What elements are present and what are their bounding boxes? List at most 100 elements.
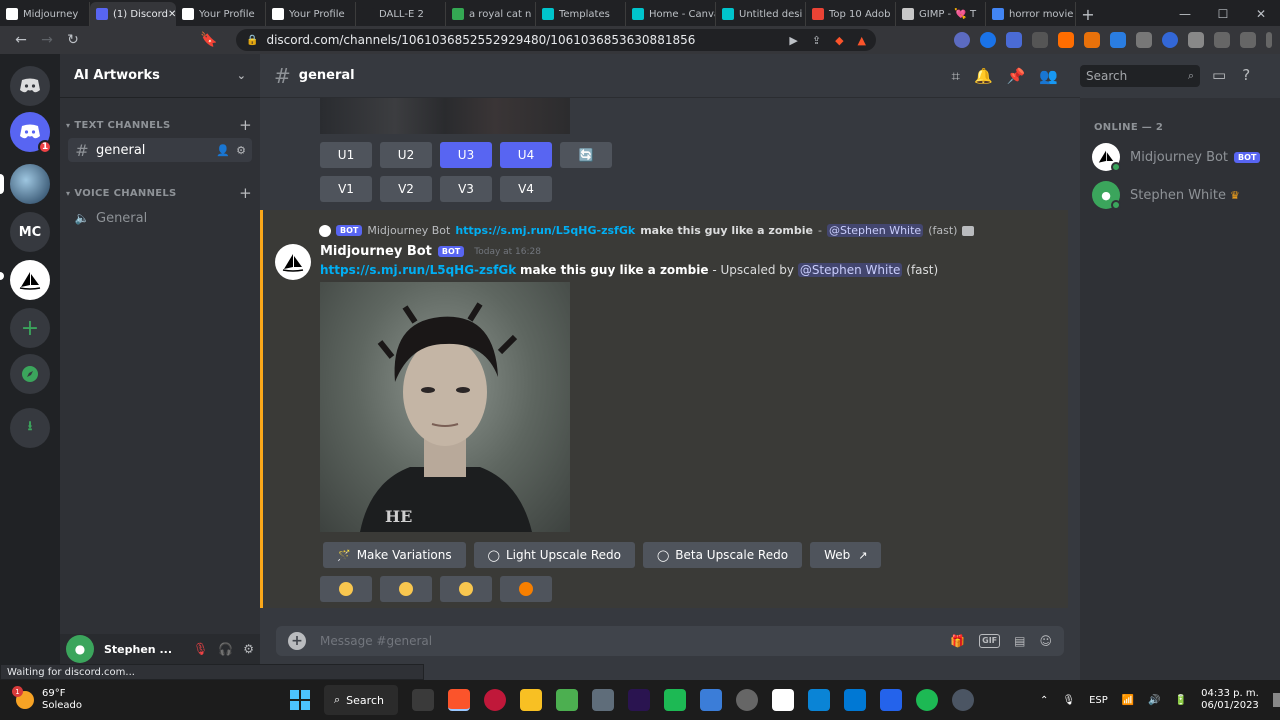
discord-notification-icon[interactable]: 1 xyxy=(10,112,52,154)
message-composer[interactable]: + Message #general 🎁 GIF ▤ ☺ xyxy=(276,626,1064,656)
help-icon[interactable]: ? xyxy=(1242,66,1250,84)
extension-icon[interactable] xyxy=(1110,32,1126,48)
browser-tab[interactable]: Untitled desi xyxy=(716,2,806,26)
reaction-unamused-face[interactable] xyxy=(380,576,432,602)
capcut-icon[interactable] xyxy=(772,689,794,711)
avatar[interactable]: ● xyxy=(66,635,94,663)
upscaled-image[interactable]: HE xyxy=(320,282,570,532)
reaction-smiley-face[interactable] xyxy=(440,576,492,602)
app-icon[interactable] xyxy=(664,689,686,711)
web-button[interactable]: Web ↗ xyxy=(810,542,882,568)
store-icon[interactable] xyxy=(844,689,866,711)
affinity-icon[interactable] xyxy=(880,689,902,711)
deafen-icon[interactable]: 🎧 xyxy=(218,642,233,656)
extension-icon[interactable] xyxy=(1032,32,1048,48)
gift-icon[interactable]: 🎁 xyxy=(950,634,965,648)
browser-tab[interactable]: horror movie xyxy=(986,2,1076,26)
app-icon[interactable] xyxy=(808,689,830,711)
browser-tab[interactable]: DALL-E 2 xyxy=(356,2,446,26)
microphone-icon[interactable]: 🎙 xyxy=(1062,695,1075,706)
search-input[interactable]: Search ⌕ xyxy=(1080,65,1200,87)
menu-icon[interactable] xyxy=(1266,32,1272,48)
invite-icon[interactable]: 👤 xyxy=(216,144,230,157)
close-window-icon[interactable]: ✕ xyxy=(1242,2,1280,26)
browser-tab[interactable]: Midjourney xyxy=(0,2,90,26)
file-explorer-icon[interactable] xyxy=(520,689,542,711)
browser-tab[interactable]: Home - Canva xyxy=(626,2,716,26)
server-ai-artworks-icon[interactable] xyxy=(10,164,50,204)
attach-plus-icon[interactable]: + xyxy=(288,632,306,650)
reply-mention[interactable]: @Stephen White xyxy=(826,224,924,237)
extension-icon[interactable] xyxy=(1006,32,1022,48)
reroll-button[interactable]: 🔄 xyxy=(560,142,612,168)
server-mc-icon[interactable]: MC xyxy=(10,212,50,252)
weather-widget[interactable]: 1 69°F Soleado xyxy=(0,686,200,712)
avatar[interactable] xyxy=(275,244,311,280)
inbox-icon[interactable]: ▭ xyxy=(1212,66,1226,84)
extension-icon[interactable] xyxy=(1084,32,1100,48)
download-apps-icon[interactable]: ⭳ xyxy=(10,408,50,448)
url-input[interactable]: 🔒 discord.com/channels/10610368525529294… xyxy=(236,29,876,51)
pin-icon[interactable]: 📌 xyxy=(1007,67,1026,85)
server-midjourney-icon[interactable] xyxy=(10,260,50,300)
sidebar-icon[interactable] xyxy=(1214,32,1230,48)
category-voice-channels[interactable]: ▾ VOICE CHANNELS + xyxy=(60,184,260,202)
extension-icon[interactable] xyxy=(954,32,970,48)
add-channel-icon[interactable]: + xyxy=(239,116,252,134)
member-item[interactable]: Midjourney Bot BOT xyxy=(1092,141,1280,173)
u1-button[interactable]: U1 xyxy=(320,142,372,168)
browser-tab[interactable]: Your Profile xyxy=(266,2,356,26)
brave-shield-icon[interactable]: ◆ xyxy=(835,34,843,47)
v1-button[interactable]: V1 xyxy=(320,176,372,202)
bookmark-icon[interactable]: 🔖 xyxy=(196,32,222,48)
gear-icon[interactable]: ⚙ xyxy=(236,144,246,157)
add-server-icon[interactable]: + xyxy=(10,308,50,348)
brave-browser-icon[interactable] xyxy=(448,689,470,711)
browser-tab[interactable]: a royal cat n xyxy=(446,2,536,26)
channel-general[interactable]: # general 👤 ⚙ xyxy=(68,138,252,162)
taskbar-search-button[interactable]: ⌕ Search xyxy=(324,685,398,715)
make-variations-button[interactable]: 🪄 Make Variations xyxy=(323,542,466,568)
chrome-icon[interactable] xyxy=(736,689,758,711)
maximize-icon[interactable]: ☐ xyxy=(1204,2,1242,26)
voice-channel-general[interactable]: 🔈 General xyxy=(68,206,252,230)
gif-icon[interactable]: GIF xyxy=(979,634,1001,648)
mention[interactable]: @Stephen White xyxy=(797,263,903,277)
browser-tab[interactable]: (1) Discord ✕ xyxy=(90,2,176,26)
chevron-up-icon[interactable]: ⌃ xyxy=(1040,695,1048,706)
back-icon[interactable]: ← xyxy=(8,32,34,48)
reply-preview[interactable]: BOT Midjourney Bot https://s.mj.run/L5qH… xyxy=(319,224,975,237)
u3-button[interactable]: U3 xyxy=(440,142,492,168)
brave-rewards-icon[interactable]: ▲ xyxy=(858,34,866,47)
extension-icon[interactable] xyxy=(1136,32,1152,48)
author-name[interactable]: Midjourney Bot xyxy=(320,244,432,259)
member-item[interactable]: ● Stephen White ♛ xyxy=(1092,179,1280,211)
members-icon[interactable]: 👥 xyxy=(1039,67,1058,85)
extension-icon[interactable] xyxy=(1162,32,1178,48)
reload-icon[interactable]: ↻ xyxy=(60,32,86,48)
light-upscale-redo-button[interactable]: ◯ Light Upscale Redo xyxy=(473,542,635,568)
camera-icon[interactable]: ▶ xyxy=(789,34,797,47)
puzzle-icon[interactable] xyxy=(1188,32,1204,48)
u2-button[interactable]: U2 xyxy=(380,142,432,168)
settings-app-icon[interactable] xyxy=(592,689,614,711)
reply-link[interactable]: https://s.mj.run/L5qHG-zsfGk xyxy=(455,224,635,237)
server-header[interactable]: AI Artworks ⌄ xyxy=(60,54,260,98)
extension-icon[interactable] xyxy=(1058,32,1074,48)
browser-tab[interactable]: Templates xyxy=(536,2,626,26)
camtasia-icon[interactable] xyxy=(556,689,578,711)
premiere-icon[interactable] xyxy=(628,689,650,711)
reaction-tired-face[interactable] xyxy=(320,576,372,602)
v2-button[interactable]: V2 xyxy=(380,176,432,202)
bell-icon[interactable]: 🔔 xyxy=(974,67,993,85)
battery-icon[interactable]: 🔋 xyxy=(1175,695,1187,706)
language-indicator[interactable]: ESP xyxy=(1089,695,1108,706)
discord-home-icon[interactable] xyxy=(10,66,50,106)
explore-servers-icon[interactable] xyxy=(10,354,50,394)
sticker-icon[interactable]: ▤ xyxy=(1014,634,1025,648)
browser-tab[interactable]: Top 10 Adob xyxy=(806,2,896,26)
extension-icon[interactable] xyxy=(980,32,996,48)
minimize-icon[interactable]: — xyxy=(1166,2,1204,26)
new-tab-button[interactable]: + xyxy=(1076,2,1100,26)
wallet-icon[interactable] xyxy=(1240,32,1256,48)
